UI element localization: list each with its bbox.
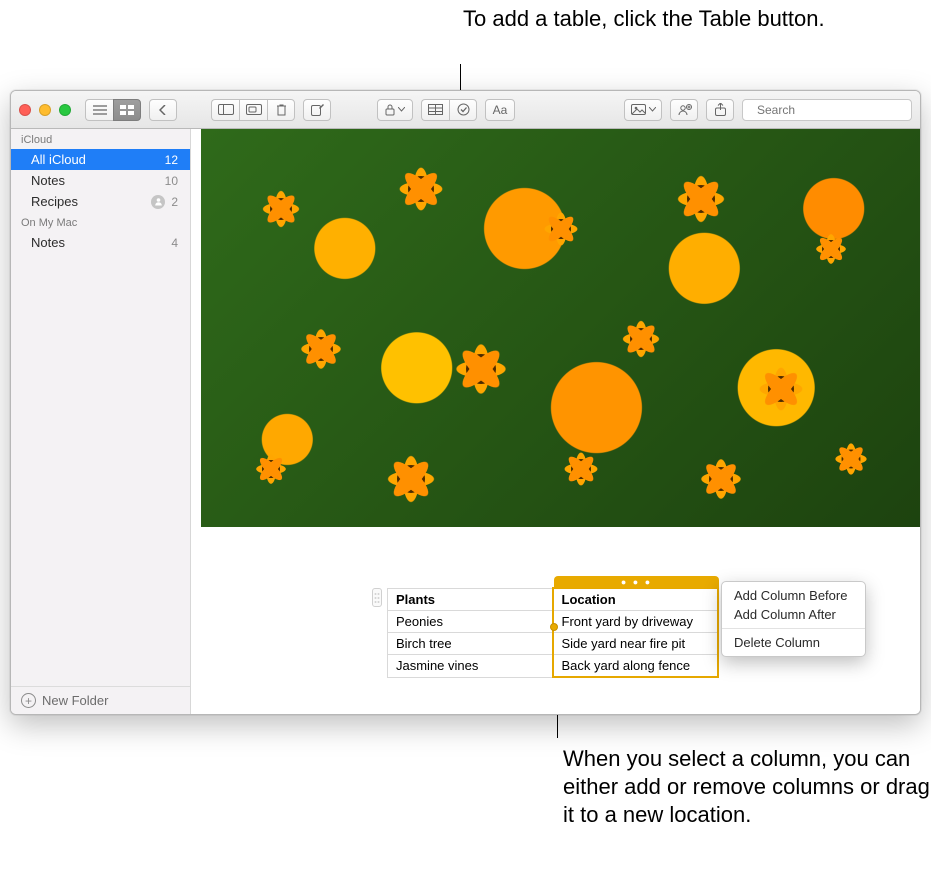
search-field[interactable] xyxy=(742,99,912,121)
note-actions-segment xyxy=(211,99,295,121)
table-cell[interactable]: Front yard by driveway xyxy=(553,611,718,633)
attachments-button[interactable] xyxy=(239,99,267,121)
drag-dots-icon: ● ● ● xyxy=(621,577,652,587)
table-column-handle[interactable]: ● ● ● xyxy=(554,576,719,588)
plus-circle-icon: + xyxy=(21,693,36,708)
chevron-down-icon xyxy=(398,107,405,112)
table-row: Birch tree Side yard near fire pit xyxy=(388,633,718,655)
table-cell[interactable]: Side yard near fire pit xyxy=(553,633,718,655)
view-mode-segment xyxy=(85,99,141,121)
share-button[interactable] xyxy=(706,99,734,121)
format-button[interactable]: Aa xyxy=(485,99,515,121)
table-header-cell[interactable]: Location xyxy=(553,588,718,611)
toggle-sidebar-button[interactable] xyxy=(211,99,239,121)
callout-column-select: When you select a column, you can either… xyxy=(563,745,931,829)
list-view-button[interactable] xyxy=(85,99,113,121)
gallery-view-button[interactable] xyxy=(113,99,141,121)
insert-segment xyxy=(421,99,477,121)
callout-leader-line xyxy=(460,64,461,91)
collaborate-button[interactable] xyxy=(670,99,698,121)
table-cell[interactable]: Birch tree xyxy=(388,633,553,655)
sidebar-item-label: Notes xyxy=(31,173,65,188)
window-controls xyxy=(19,104,71,116)
sidebar-item-count: 2 xyxy=(171,195,178,209)
new-note-button[interactable] xyxy=(303,99,331,121)
table-column-resize-handle[interactable] xyxy=(550,623,558,631)
table-header-cell[interactable]: Plants xyxy=(388,588,553,611)
sidebar-item-label: Recipes xyxy=(31,194,78,209)
add-people-icon xyxy=(677,104,692,116)
table-cell[interactable]: Jasmine vines xyxy=(388,655,553,678)
note-editor[interactable]: ● ● ● Plants Location Peonies Front yard… xyxy=(191,129,920,714)
sidebar-item-notes-local[interactable]: Notes 4 xyxy=(11,232,190,253)
sidebar-item-label: All iCloud xyxy=(31,152,86,167)
sidebar-item-notes-icloud[interactable]: Notes 10 xyxy=(11,170,190,191)
notes-window: Aa iCloud All iCloud 12 Notes xyxy=(10,90,921,715)
back-button[interactable] xyxy=(149,99,177,121)
zoom-window-button[interactable] xyxy=(59,104,71,116)
share-icon xyxy=(715,103,726,116)
grid-icon xyxy=(120,105,134,115)
compose-icon xyxy=(311,104,324,116)
list-icon xyxy=(93,105,107,115)
chevron-down-icon xyxy=(649,107,656,112)
sidebar-item-label: Notes xyxy=(31,235,65,250)
table-button[interactable] xyxy=(421,99,449,121)
sidebar-section-heading: On My Mac xyxy=(11,212,190,232)
lock-button[interactable] xyxy=(377,99,413,121)
table-icon xyxy=(428,104,443,115)
trash-icon xyxy=(276,104,287,116)
sidebar-item-count: 12 xyxy=(165,153,178,167)
table-cell[interactable]: Peonies xyxy=(388,611,553,633)
sidebar: iCloud All iCloud 12 Notes 10 Recipes 2 … xyxy=(11,129,191,714)
menu-item-add-column-after[interactable]: Add Column After xyxy=(722,605,865,624)
media-button[interactable] xyxy=(624,99,662,121)
delete-note-button[interactable] xyxy=(267,99,295,121)
format-icon: Aa xyxy=(493,103,508,117)
sidebar-icon xyxy=(218,104,234,115)
column-context-menu: Add Column Before Add Column After Delet… xyxy=(721,581,866,657)
sidebar-item-recipes[interactable]: Recipes 2 xyxy=(11,191,190,212)
menu-item-add-column-before[interactable]: Add Column Before xyxy=(722,586,865,605)
sidebar-item-count: 10 xyxy=(165,174,178,188)
toolbar: Aa xyxy=(11,91,920,129)
new-folder-label: New Folder xyxy=(42,693,108,708)
search-input[interactable] xyxy=(755,102,914,118)
note-attached-image[interactable] xyxy=(201,129,920,527)
minimize-window-button[interactable] xyxy=(39,104,51,116)
sidebar-item-all-icloud[interactable]: All iCloud 12 xyxy=(11,149,190,170)
callout-table-button: To add a table, click the Table button. xyxy=(463,5,825,33)
note-table[interactable]: ● ● ● Plants Location Peonies Front yard… xyxy=(387,587,719,678)
table-cell[interactable]: Back yard along fence xyxy=(553,655,718,678)
checklist-icon xyxy=(457,103,470,116)
menu-separator xyxy=(722,628,865,629)
shared-folder-icon xyxy=(151,195,165,209)
table-row-handle[interactable] xyxy=(372,588,382,607)
sidebar-section-heading: iCloud xyxy=(11,129,190,149)
new-folder-button[interactable]: + New Folder xyxy=(11,686,190,714)
menu-item-delete-column[interactable]: Delete Column xyxy=(722,633,865,652)
table-header-row: Plants Location xyxy=(388,588,718,611)
chevron-left-icon xyxy=(159,105,167,115)
checklist-button[interactable] xyxy=(449,99,477,121)
lock-icon xyxy=(385,104,395,116)
attachments-icon xyxy=(246,104,262,115)
photo-icon xyxy=(631,104,646,115)
sidebar-item-count: 4 xyxy=(171,236,178,250)
close-window-button[interactable] xyxy=(19,104,31,116)
table-row: Jasmine vines Back yard along fence xyxy=(388,655,718,678)
